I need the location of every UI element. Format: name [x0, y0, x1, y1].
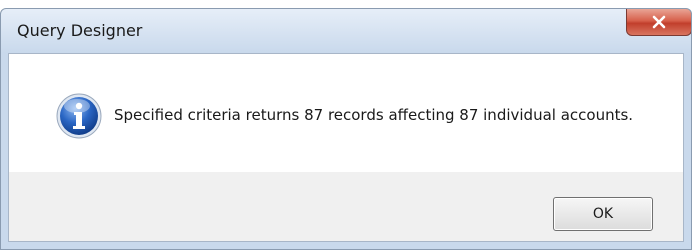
close-button[interactable] [626, 9, 691, 36]
close-icon [652, 15, 666, 29]
info-icon [56, 93, 102, 139]
dialog-message: Specified criteria returns 87 records af… [114, 106, 634, 124]
ok-button[interactable]: OK [553, 197, 653, 231]
dialog-window: Query Designer Specified criteria return… [0, 8, 692, 250]
window-title: Query Designer [17, 21, 143, 40]
title-bar[interactable]: Query Designer [1, 9, 691, 53]
message-area: Specified criteria returns 87 records af… [9, 54, 683, 172]
dialog-body: Specified criteria returns 87 records af… [8, 53, 684, 242]
